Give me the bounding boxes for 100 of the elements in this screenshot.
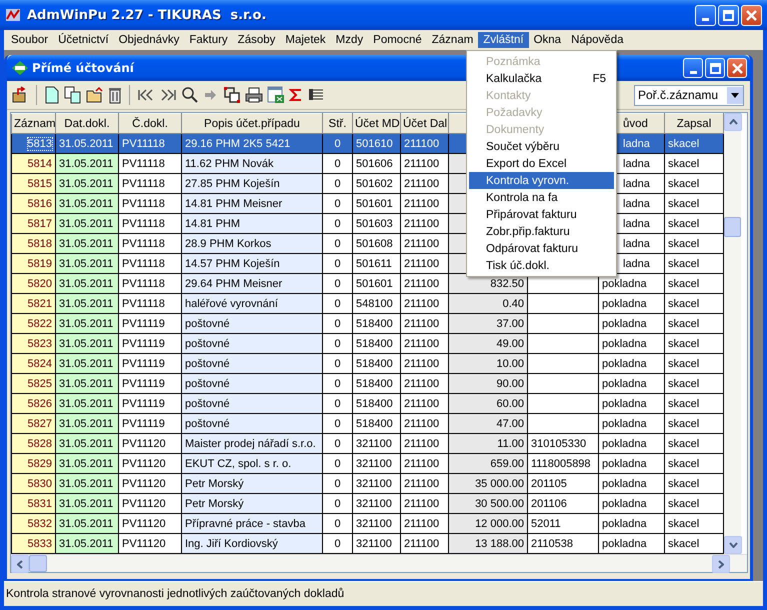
column-header[interactable]: Dat.dokl. <box>56 114 118 134</box>
window-title: Přímé účtování <box>32 61 134 75</box>
search-icon[interactable] <box>181 86 199 104</box>
menu-item[interactable]: Zásoby <box>232 32 280 48</box>
table-cell: 501602 <box>352 174 400 194</box>
table-cell: 5818 <box>12 234 56 254</box>
table-cell: pokladna <box>598 354 664 374</box>
sort-dropdown[interactable]: Poř.č.záznamu <box>634 84 744 106</box>
close-button[interactable] <box>741 4 762 26</box>
menu-item[interactable]: Faktury <box>184 32 233 48</box>
table-cell: 201105 <box>528 474 598 494</box>
minimize-button[interactable] <box>695 4 716 26</box>
column-header[interactable]: Účet Dal <box>400 114 448 134</box>
horizontal-scrollbar[interactable] <box>11 554 747 572</box>
menu-item[interactable]: Pomocné <box>368 32 427 48</box>
table-cell: 5815 <box>12 174 56 194</box>
menu-item[interactable]: Okna <box>528 32 566 48</box>
menu-item[interactable]: Objednávky <box>114 32 184 48</box>
open-folder-icon[interactable] <box>86 86 104 104</box>
table-cell: 211100 <box>400 254 448 274</box>
table-cell: 31.05.2011 <box>56 474 118 494</box>
table-cell: skacel <box>664 474 724 494</box>
table-cell: 5832 <box>12 514 56 534</box>
table-cell: 5820 <box>12 274 56 294</box>
table-cell: skacel <box>664 374 724 394</box>
menu-item[interactable]: Kontrola vyrovn. <box>469 172 614 189</box>
table-cell: 0 <box>322 494 352 514</box>
table-cell: 518400 <box>352 414 400 434</box>
column-header[interactable]: Účet MD <box>352 114 400 134</box>
menu-item[interactable]: Kalkulačka F5 <box>469 70 614 87</box>
table-cell: 31.05.2011 <box>56 354 118 374</box>
table-cell: 211100 <box>400 454 448 474</box>
table-cell: 0 <box>322 214 352 234</box>
caret-icon <box>731 92 739 98</box>
table-cell: skacel <box>664 154 724 174</box>
column-header[interactable]: Č.dokl. <box>118 114 182 134</box>
close-button[interactable] <box>727 58 747 78</box>
table-cell: 0 <box>322 514 352 534</box>
frames-icon[interactable] <box>223 86 241 104</box>
column-header[interactable]: Popis účet.případu <box>182 114 322 134</box>
table-cell: 14.57 PHM Koješín <box>182 254 322 274</box>
close-icon <box>732 62 742 74</box>
table-cell: 60.00 <box>448 394 528 414</box>
copy-icon[interactable] <box>64 86 82 104</box>
table-cell: skacel <box>664 454 724 474</box>
table-cell: 518400 <box>352 354 400 374</box>
table-cell: Maister prodej nářadí s.r.o. <box>182 434 322 454</box>
table-cell: 31.05.2011 <box>56 434 118 454</box>
scrollbar-thumb[interactable] <box>724 217 741 237</box>
menu-item[interactable]: Záznam <box>426 32 478 48</box>
table-cell: skacel <box>664 514 724 534</box>
vertical-scrollbar[interactable] <box>724 113 741 554</box>
new-document-icon[interactable] <box>44 86 60 104</box>
menu-item[interactable]: Zvláštní <box>478 32 529 48</box>
table-cell: 310105330 <box>528 434 598 454</box>
arrow-up-icon <box>728 119 738 125</box>
table-cell: skacel <box>664 354 724 374</box>
maximize-button[interactable] <box>705 58 725 78</box>
table-cell: 27.85 PHM Koješín <box>182 174 322 194</box>
column-header[interactable]: Zapsal <box>664 114 724 134</box>
table-cell: Přípravné práce - stavba <box>182 514 322 534</box>
menu-item[interactable]: Majetek <box>280 32 331 48</box>
menu-item[interactable]: Soubor <box>6 32 54 48</box>
table-cell: 31.05.2011 <box>56 154 118 174</box>
table-cell: skacel <box>664 314 724 334</box>
table-cell: 0 <box>322 394 352 414</box>
column-header[interactable]: Záznam <box>12 114 56 134</box>
column-header[interactable]: Stř. <box>322 114 352 134</box>
table-cell: 0 <box>322 174 352 194</box>
table-cell: 5819 <box>12 254 56 274</box>
table-cell: 211100 <box>400 314 448 334</box>
trash-icon[interactable] <box>108 86 122 104</box>
minimize-icon <box>690 70 696 74</box>
table-cell: skacel <box>664 254 724 274</box>
table-cell: 211100 <box>400 174 448 194</box>
printer-icon[interactable] <box>245 86 263 104</box>
sigma-icon[interactable] <box>289 86 303 104</box>
table-cell: 49.00 <box>448 334 528 354</box>
table-cell: 0 <box>322 354 352 374</box>
table-cell: 31.05.2011 <box>56 214 118 234</box>
table-cell: PV11118 <box>118 294 182 314</box>
table-cell: 31.05.2011 <box>56 374 118 394</box>
menu-item[interactable]: Nápověda <box>566 32 628 48</box>
table-cell: poštovné <box>182 314 322 334</box>
table-cell: 321100 <box>352 434 400 454</box>
table-cell: 5833 <box>12 534 56 554</box>
minimize-button[interactable] <box>683 58 703 78</box>
menu-item[interactable]: Účetnictví <box>53 32 114 48</box>
maximize-button[interactable] <box>718 4 739 26</box>
menu-item[interactable]: Mzdy <box>330 32 368 48</box>
table-cell: 0 <box>322 474 352 494</box>
table-cell: poštovné <box>182 374 322 394</box>
table-cell: 2110538 <box>528 534 598 554</box>
scrollbar-thumb[interactable] <box>29 555 47 572</box>
table-cell: skacel <box>664 414 724 434</box>
table-cell: 5822 <box>12 314 56 334</box>
table-cell: 31.05.2011 <box>56 194 118 214</box>
table-cell: 211100 <box>400 374 448 394</box>
table-cell: 548100 <box>352 294 400 314</box>
spreadsheet-icon[interactable] <box>267 86 285 104</box>
